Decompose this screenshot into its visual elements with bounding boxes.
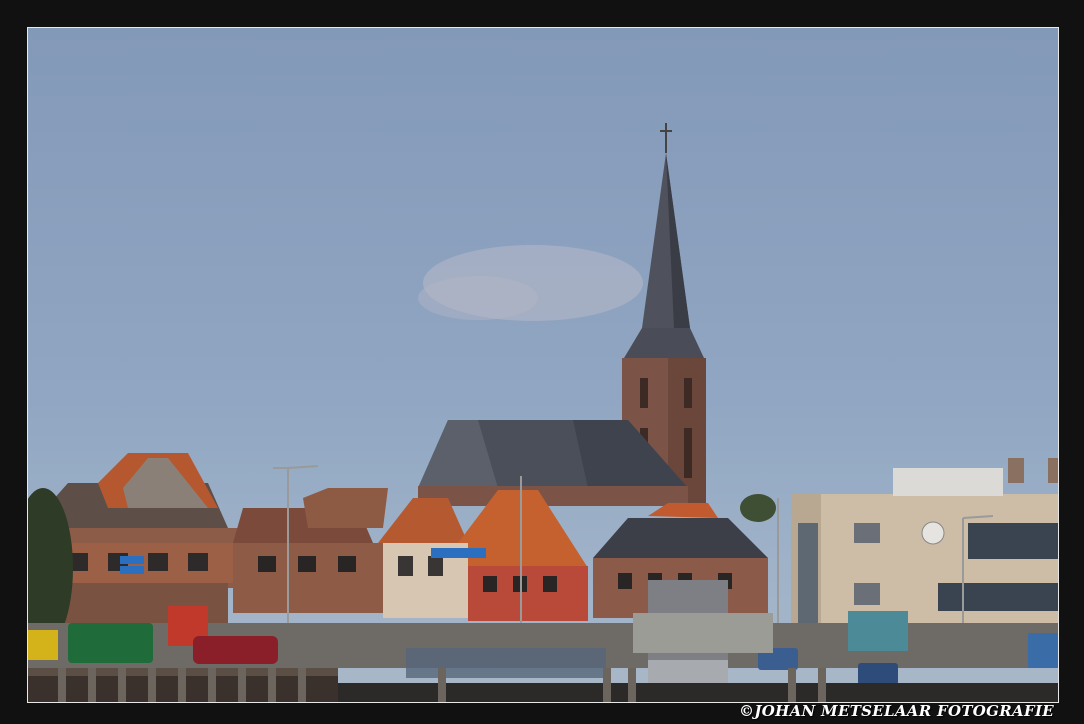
town-scene: [28, 123, 1058, 702]
tree: [740, 494, 776, 522]
road-sign: [120, 556, 144, 564]
photograph: [27, 27, 1059, 703]
houses-middle: [233, 488, 588, 621]
road-sign: [120, 566, 144, 574]
road-sign: [431, 548, 486, 558]
photo-frame: ©JOHAN METSELAAR FOTOGRAFIE: [0, 0, 1084, 724]
photographer-watermark: ©JOHAN METSELAAR FOTOGRAFIE: [739, 702, 1054, 720]
